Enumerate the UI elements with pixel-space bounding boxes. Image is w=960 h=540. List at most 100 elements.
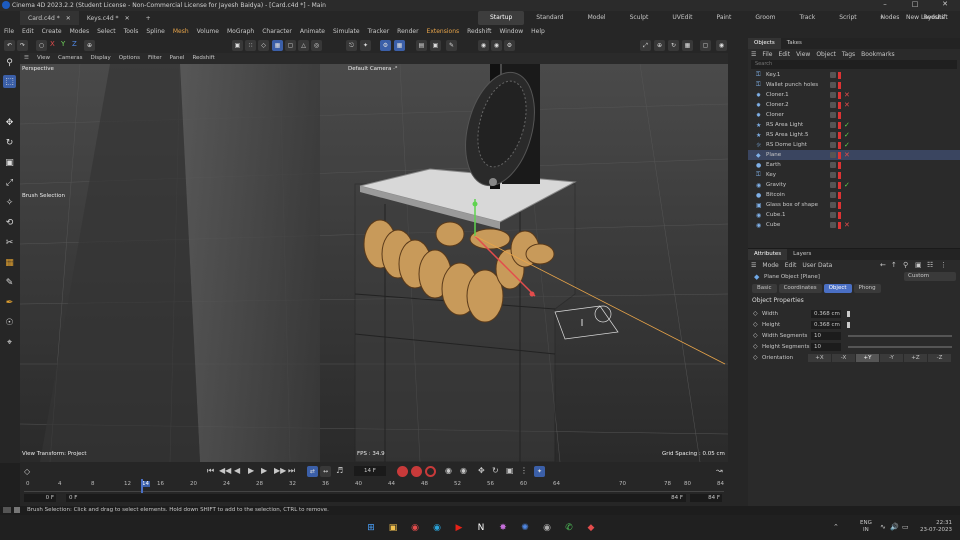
obj-menu-tags[interactable]: Tags xyxy=(839,51,858,58)
go-end-icon[interactable]: ⏭ xyxy=(288,466,295,476)
model-mode-icon[interactable]: △ xyxy=(298,40,309,51)
object-name[interactable]: Cube.1 xyxy=(766,212,785,218)
tag-icon[interactable]: ✓ xyxy=(844,121,850,129)
object-name[interactable]: Cube xyxy=(766,222,780,228)
live-select-icon[interactable]: ○ xyxy=(36,40,47,51)
object-row[interactable]: ⚿ Key.1 xyxy=(748,70,960,80)
width-input[interactable]: 0.368 cm xyxy=(811,309,841,318)
sym-icon[interactable]: ✎ xyxy=(446,40,457,51)
preview-range-bar[interactable]: 0 F xyxy=(66,494,686,502)
vp-menu-panel[interactable]: Panel xyxy=(166,53,189,64)
viewport-rotate-icon[interactable]: ↻ xyxy=(668,40,679,51)
enable-checkbox[interactable] xyxy=(830,132,836,138)
visibility-dots[interactable] xyxy=(838,161,841,169)
menu-spline[interactable]: Spline xyxy=(142,25,168,38)
obj-menu-bookmarks[interactable]: Bookmarks xyxy=(858,51,898,58)
visibility-dots[interactable] xyxy=(838,131,841,139)
axis-z-toggle[interactable]: Z xyxy=(72,40,77,48)
orient-minus-x[interactable]: -X xyxy=(832,353,855,362)
spline-pen-icon[interactable]: ✎ xyxy=(3,276,16,289)
orient-plus-x[interactable]: +X xyxy=(808,353,831,362)
pla-icon[interactable]: ⋮ xyxy=(520,466,528,475)
enable-checkbox[interactable] xyxy=(830,192,836,198)
enable-checkbox[interactable] xyxy=(830,212,836,218)
object-name[interactable]: RS Dome Light xyxy=(766,142,807,148)
object-row[interactable]: ◉ Gravity ✓ xyxy=(748,180,960,190)
tab-objects[interactable]: Objects xyxy=(748,38,781,49)
attr-menu-icon[interactable]: ☰ xyxy=(748,262,759,269)
menu-edit[interactable]: Edit xyxy=(18,25,38,38)
tag-icon[interactable]: ✕ xyxy=(844,91,850,99)
orient-minus-y[interactable]: -Y xyxy=(880,353,903,362)
obj-menu-object[interactable]: Object xyxy=(813,51,839,58)
objects-search[interactable]: Search xyxy=(751,60,957,69)
visibility-dots[interactable] xyxy=(838,171,841,179)
layout-script[interactable]: Script xyxy=(827,11,868,25)
visibility-dots[interactable] xyxy=(838,121,841,129)
keyframe-icon[interactable]: ◇ xyxy=(753,310,758,317)
more-icon[interactable]: ⋮ xyxy=(940,261,947,269)
close-tab-icon[interactable]: ✕ xyxy=(125,15,130,22)
menu-extensions[interactable]: Extensions xyxy=(423,25,464,38)
prev-key-icon[interactable]: ◀◀ xyxy=(219,466,231,475)
menu-tools[interactable]: Tools xyxy=(120,25,143,38)
timeline-settings-icon[interactable]: ✦ xyxy=(534,466,545,477)
object-name[interactable]: Plane xyxy=(766,152,781,158)
enable-checkbox[interactable] xyxy=(830,222,836,228)
keyframe-icon[interactable]: ◇ xyxy=(753,343,758,350)
layout-sculpt[interactable]: Sculpt xyxy=(618,11,661,25)
object-row[interactable]: ✸ Cloner xyxy=(748,110,960,120)
close-button[interactable]: ✕ xyxy=(930,0,960,11)
viewport-zoom-icon[interactable]: ⊕ xyxy=(654,40,665,51)
tag-icon[interactable]: ✕ xyxy=(844,101,850,109)
redo-icon[interactable]: ↷ xyxy=(17,40,28,51)
obj-menu-view[interactable]: View xyxy=(793,51,813,58)
layout-groom[interactable]: Groom xyxy=(743,11,787,25)
scale-tool-icon[interactable]: ▣ xyxy=(3,156,16,169)
undo-icon[interactable]: ↶ xyxy=(4,40,15,51)
orient-plus-z[interactable]: +Z xyxy=(904,353,927,362)
vp-menu-redshift[interactable]: Redshift xyxy=(188,53,218,64)
object-name[interactable]: Cloner.1 xyxy=(766,92,789,98)
current-frame-field[interactable]: 14 F xyxy=(354,466,386,476)
timeline-ruler[interactable]: 0 4 8 12 14 16 20 24 28 32 36 40 44 48 5… xyxy=(24,481,724,492)
motion-icon[interactable]: ◉ xyxy=(445,466,452,475)
subtab-phong[interactable]: Phong xyxy=(853,284,881,293)
layout-track[interactable]: Track xyxy=(788,11,828,25)
viewport-single-icon[interactable]: ▢ xyxy=(700,40,711,51)
snap-icon[interactable]: ⚙ xyxy=(380,40,391,51)
weight-tool-icon[interactable]: ☉ xyxy=(3,316,16,329)
obj-menu-edit[interactable]: Edit xyxy=(775,51,793,58)
tag-icon[interactable]: ✓ xyxy=(844,141,850,149)
prev-frame-icon[interactable]: ◀ xyxy=(234,466,240,475)
texture-mode-icon[interactable]: ◎ xyxy=(311,40,322,51)
object-row[interactable]: ✸ Cloner.1 ✕ xyxy=(748,90,960,100)
object-row[interactable]: ★ RS Area Light.5 ✓ xyxy=(748,130,960,140)
uv-mode-icon[interactable]: ▢ xyxy=(285,40,296,51)
next-frame-icon[interactable]: ▶ xyxy=(261,466,267,475)
record-icon[interactable] xyxy=(397,466,408,477)
tag-icon[interactable]: ✓ xyxy=(844,131,850,139)
notion-icon[interactable]: N xyxy=(474,521,488,535)
object-name[interactable]: Glass box of shape xyxy=(766,202,818,208)
search-tool-icon[interactable]: ⚲ xyxy=(3,56,16,69)
attr-menu-edit[interactable]: Edit xyxy=(782,262,800,269)
lock-workplane-icon[interactable]: ▣ xyxy=(430,40,441,51)
height-segments-input[interactable]: 10 xyxy=(811,342,841,351)
tab-layers[interactable]: Layers xyxy=(787,249,817,260)
file-explorer-icon[interactable]: ▣ xyxy=(386,521,400,535)
rotate-tool-icon[interactable]: ↻ xyxy=(3,136,16,149)
close-tab-icon[interactable]: ✕ xyxy=(66,15,71,22)
start-frame-field[interactable]: 0 F xyxy=(24,494,56,502)
menu-mesh[interactable]: Mesh xyxy=(169,25,193,38)
language-indicator[interactable]: ENG IN xyxy=(860,520,872,534)
visibility-dots[interactable] xyxy=(838,181,841,189)
knife-tool-icon[interactable]: ✂ xyxy=(3,236,16,249)
pos-icon[interactable]: ✥ xyxy=(478,466,485,475)
tab-attributes[interactable]: Attributes xyxy=(748,249,788,260)
object-name[interactable]: Wallet punch holes xyxy=(766,82,818,88)
object-row[interactable]: ✸ Cloner.2 ✕ xyxy=(748,100,960,110)
object-row[interactable]: ⚿ Wallet punch holes xyxy=(748,80,960,90)
width-slider[interactable] xyxy=(847,310,850,317)
maximize-button[interactable]: □ xyxy=(900,0,930,11)
